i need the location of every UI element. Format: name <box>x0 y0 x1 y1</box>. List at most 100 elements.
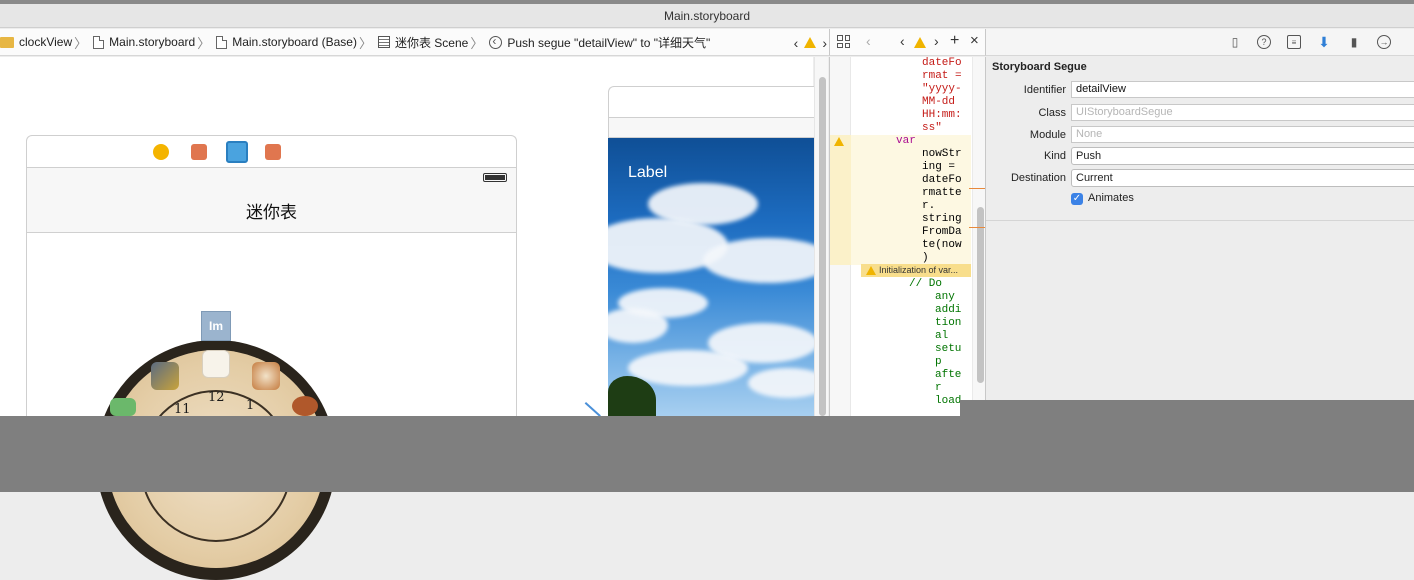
crumb-label: clockView <box>19 35 73 49</box>
prev-issue-button[interactable]: ‹ <box>900 33 905 49</box>
connections-inspector-icon[interactable]: → <box>1377 35 1391 49</box>
assistant-editor-bar: ‹ ‹ › + × <box>829 29 985 56</box>
chevron-left-icon[interactable]: ‹ <box>794 35 799 51</box>
kind-label: Kind <box>1043 150 1066 162</box>
code-line: dateFo <box>922 57 962 69</box>
navigation-bar: 迷你表 <box>27 168 516 233</box>
animates-checkbox[interactable]: ✓ <box>1071 193 1083 205</box>
overlay <box>960 400 1414 416</box>
coffee-icon[interactable] <box>202 350 230 378</box>
crumb-scene[interactable]: 迷你表 Scene 〉 <box>377 33 489 52</box>
editor-scrollbar[interactable] <box>972 57 985 416</box>
app-icon[interactable] <box>110 398 136 416</box>
size-inspector-icon[interactable]: ▮ <box>1347 35 1361 49</box>
code-comment: r <box>935 382 942 394</box>
scene-dock <box>608 86 814 118</box>
app-icon[interactable] <box>151 362 179 390</box>
chevron-right-icon: 〉 <box>197 35 211 51</box>
warning-icon[interactable] <box>914 37 926 48</box>
scene-dock <box>26 135 517 167</box>
code-comment: setu <box>935 343 962 355</box>
segue-selected-icon[interactable] <box>226 141 248 163</box>
class-field[interactable]: UIStoryboardSegue <box>1071 104 1414 121</box>
weather-label[interactable]: Label <box>628 164 667 182</box>
module-label: Module <box>1029 129 1066 141</box>
jump-bar: clockView 〉 Main.storyboard 〉 Main.story… <box>0 29 829 56</box>
window-title: Main.storyboard <box>0 4 1414 28</box>
crumb-segue[interactable]: Push segue "detailView" to "详细天气" <box>489 34 712 51</box>
attributes-inspector-icon[interactable]: ⬇ <box>1317 35 1331 49</box>
crumb-label: Push segue "detailView" to "详细天气" <box>507 35 711 50</box>
scene-icon <box>377 36 390 48</box>
im-icon[interactable]: Im <box>201 311 231 341</box>
code-line: te(now <box>922 239 962 251</box>
app-icon[interactable] <box>292 396 318 416</box>
crumb-main-storyboard-base[interactable]: Main.storyboard (Base) 〉 <box>216 33 378 52</box>
first-responder-icon[interactable] <box>191 144 207 160</box>
code-line: rmat = <box>922 70 962 82</box>
code-line: string <box>922 213 962 225</box>
warning-icon <box>866 266 876 275</box>
crumb-label: 迷你表 Scene <box>394 35 469 50</box>
code-comment: // Do <box>909 278 943 290</box>
crumb-main-storyboard[interactable]: Main.storyboard 〉 <box>93 33 216 52</box>
code-line: rmatte <box>922 187 962 199</box>
code-line: r. <box>922 200 936 212</box>
file-icon <box>216 35 228 49</box>
inline-warning[interactable]: Initialization of var... <box>861 264 971 277</box>
crumb-label: Main.storyboard (Base) <box>232 35 357 49</box>
code-editor[interactable]: dateFo rmat = "yyyy- MM-dd HH:mm: ss" va… <box>829 57 985 416</box>
chevron-right-icon: 〉 <box>74 35 88 51</box>
crumb-clockview[interactable]: clockView 〉 <box>0 33 93 52</box>
code-comment: addi <box>935 304 962 316</box>
code-keyword: var <box>896 135 916 147</box>
warning-gutter-highlight <box>830 135 851 265</box>
segue-icon <box>489 34 503 49</box>
crumb-label: Main.storyboard <box>109 35 196 49</box>
change-marker <box>969 227 985 228</box>
code-comment: afte <box>935 369 962 381</box>
add-editor-button[interactable]: + <box>950 32 959 50</box>
destination-select[interactable]: Current <box>1071 169 1414 187</box>
identifier-label: Identifier <box>1023 84 1066 96</box>
warning-text: Initialization of var... <box>879 265 959 275</box>
chevron-right-icon[interactable]: › <box>822 35 827 51</box>
file-inspector-icon[interactable]: ▯ <box>1228 35 1242 49</box>
inspector-tabs: ▯ ? ≡ ⬇ ▮ → <box>985 29 1414 56</box>
code-comment: al <box>935 330 949 342</box>
exit-icon[interactable] <box>265 144 281 160</box>
quick-help-icon[interactable]: ? <box>1257 35 1271 49</box>
code-line: FromDa <box>922 226 962 238</box>
code-line: ss" <box>922 122 942 134</box>
canvas-scrollbar[interactable] <box>814 57 828 416</box>
app-icon[interactable] <box>252 362 280 390</box>
kind-select[interactable]: Push <box>1071 147 1414 165</box>
scene-title: 迷你表 <box>246 203 297 223</box>
weather-detail-scene[interactable]: Label <box>608 138 814 416</box>
module-field[interactable]: None <box>1071 126 1414 143</box>
close-editor-button[interactable]: × <box>970 32 979 49</box>
change-marker <box>969 188 985 189</box>
code-comment: tion <box>935 317 962 329</box>
battery-icon <box>483 173 507 182</box>
clock-number: 1 <box>246 398 255 413</box>
code-comment: p <box>935 356 942 368</box>
code-comment: load <box>935 395 962 407</box>
chevron-right-icon: 〉 <box>358 35 372 51</box>
tree-image <box>608 376 656 416</box>
related-items-icon[interactable] <box>837 35 850 48</box>
back-button[interactable]: ‹ <box>866 33 871 49</box>
code-line: "yyyy- <box>922 83 962 95</box>
warning-icon[interactable] <box>834 137 844 146</box>
next-issue-button[interactable]: › <box>934 33 939 49</box>
chevron-right-icon: 〉 <box>470 35 484 51</box>
file-icon <box>93 35 105 49</box>
identity-inspector-icon[interactable]: ≡ <box>1287 35 1301 49</box>
warning-icon[interactable] <box>804 37 817 48</box>
code-line: nowStr <box>922 148 962 160</box>
divider <box>986 220 1414 221</box>
identifier-field[interactable]: detailView <box>1071 81 1414 98</box>
clock-number: 12 <box>208 390 225 405</box>
code-line: dateFo <box>922 174 962 186</box>
view-controller-icon[interactable] <box>153 144 169 160</box>
